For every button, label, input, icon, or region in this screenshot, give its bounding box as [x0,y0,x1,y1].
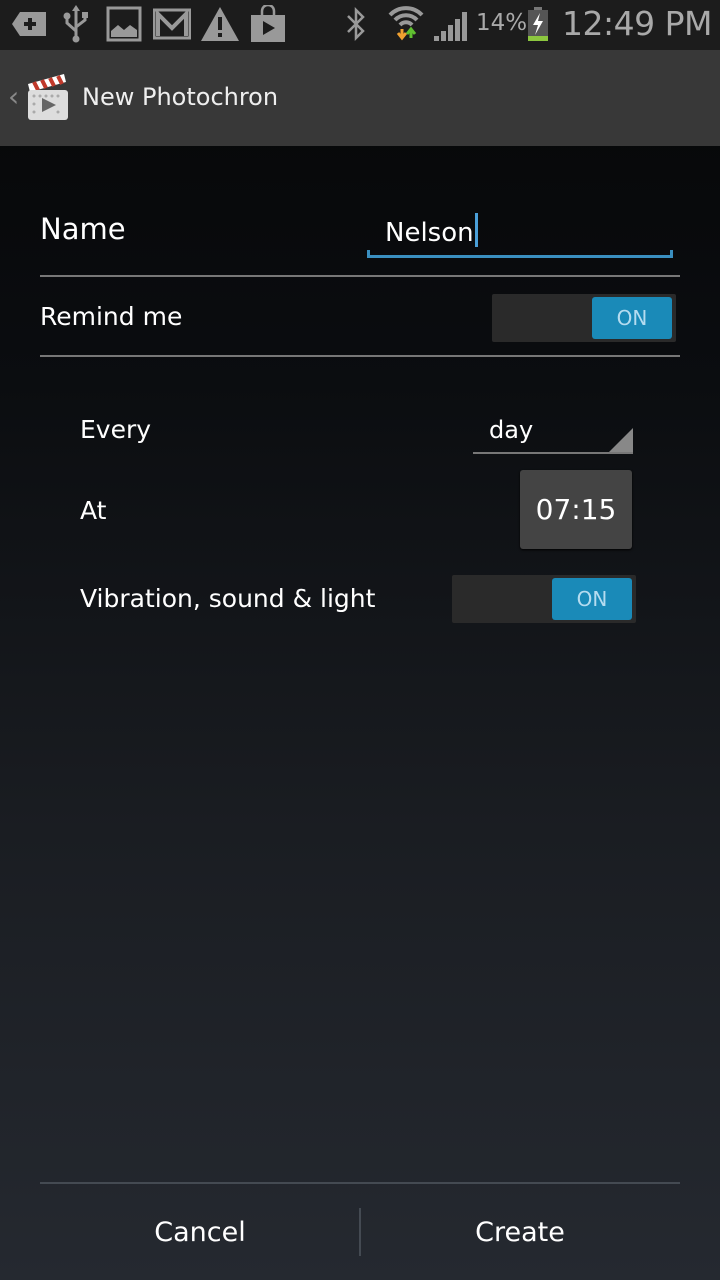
battery-charging-icon [526,6,550,42]
every-spinner[interactable]: day [473,412,633,454]
page-title: New Photochron [82,83,279,111]
wifi-icon [388,6,424,42]
usb-icon [62,5,90,43]
signal-icon [432,6,472,42]
bluetooth-icon [345,6,367,42]
play-store-icon [250,5,286,42]
name-value: Nelson [385,218,474,248]
add-icon [8,6,48,42]
create-button[interactable]: Create [340,1184,700,1280]
cancel-button[interactable]: Cancel [20,1184,380,1280]
gallery-icon [106,6,142,42]
vibration-toggle-thumb: ON [552,578,632,620]
dropdown-triangle-icon [609,428,633,452]
vibration-label: Vibration, sound & light [80,584,376,613]
action-bar: ‹ New Photochron [0,50,720,146]
every-label: Every [80,415,152,444]
divider [40,355,680,357]
status-bar: 14% 12:49 PM [0,0,720,50]
clock: 12:49 PM [562,4,712,43]
text-cursor [474,213,478,247]
warning-icon [200,6,240,42]
battery-percent: 14% [476,10,528,36]
remind-me-label: Remind me [40,302,183,331]
remind-me-toggle[interactable]: ON [492,294,676,342]
button-bar: Cancel Create [0,1182,720,1280]
every-selected-value: day [489,416,534,444]
time-picker-button[interactable]: 07:15 [520,470,632,549]
chevron-left-icon[interactable]: ‹ [8,80,19,113]
name-input-underline [367,250,673,258]
clapperboard-icon[interactable] [26,72,70,122]
vibration-toggle[interactable]: ON [452,575,636,623]
name-label: Name [40,212,126,246]
gmail-icon [153,6,191,42]
at-label: At [80,496,107,525]
divider [40,275,680,277]
remind-me-toggle-thumb: ON [592,297,672,339]
